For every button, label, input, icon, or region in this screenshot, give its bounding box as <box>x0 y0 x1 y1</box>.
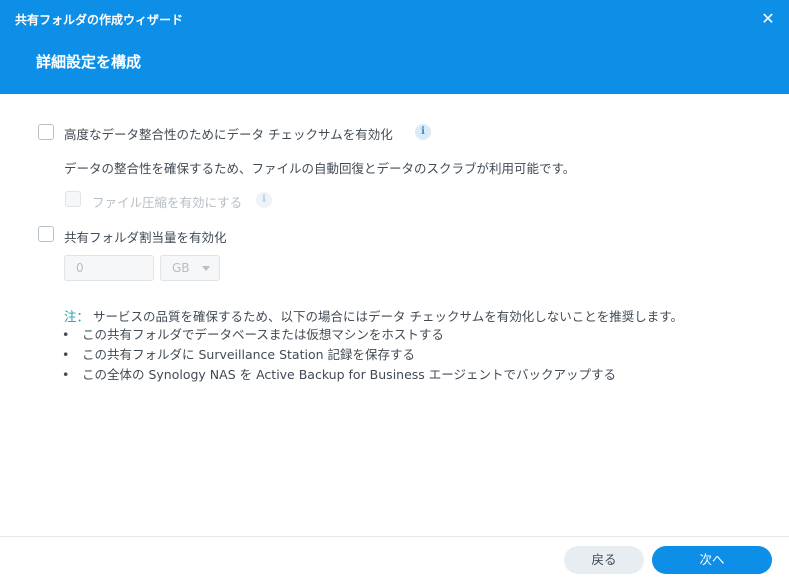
wizard-header: 共有フォルダの作成ウィザード ✕ 詳細設定を構成 <box>0 0 789 94</box>
compression-label: ファイル圧縮を有効にする <box>92 195 243 210</box>
note-text-line: 注： サービスの品質を確保するため、以下の場合にはデータ チェックサムを有効化し… <box>64 306 683 325</box>
next-button[interactable]: 次へ <box>652 546 772 574</box>
step-title: 詳細設定を構成 <box>36 53 142 71</box>
quota-unit-value: GB <box>172 261 190 275</box>
checksum-checkbox[interactable] <box>38 124 54 140</box>
list-item: この共有フォルダでデータベースまたは仮想マシンをホストする <box>62 325 616 345</box>
note-label: 注： <box>64 309 90 324</box>
checksum-label[interactable]: 高度なデータ整合性のためにデータ チェックサムを有効化 <box>64 124 393 143</box>
list-item: この全体の Synology NAS を Active Backup for B… <box>62 365 616 385</box>
note-list: この共有フォルダでデータベースまたは仮想マシンをホストする この共有フォルダに … <box>62 325 616 385</box>
window-title: 共有フォルダの作成ウィザード <box>15 13 184 27</box>
list-item: この共有フォルダに Surveillance Station 記録を保存する <box>62 345 616 365</box>
compression-checkbox <box>65 191 81 207</box>
checksum-info-icon[interactable]: i <box>415 124 431 140</box>
quota-label[interactable]: 共有フォルダ割当量を有効化 <box>64 227 227 246</box>
quota-size-input: 0 <box>64 255 154 281</box>
footer-divider <box>0 536 789 537</box>
wizard-window: 共有フォルダの作成ウィザード ✕ 詳細設定を構成 高度なデータ整合性のためにデー… <box>0 0 789 579</box>
note-text: サービスの品質を確保するため、以下の場合にはデータ チェックサムを有効化しないこ… <box>93 309 683 324</box>
quota-unit-select: GB <box>160 255 220 281</box>
close-icon[interactable]: ✕ <box>758 9 778 29</box>
checksum-description: データの整合性を確保するため、ファイルの自動回復とデータのスクラブが利用可能です… <box>64 161 576 176</box>
compression-info-icon: i <box>256 192 272 208</box>
back-button[interactable]: 戻る <box>564 546 644 574</box>
quota-checkbox[interactable] <box>38 226 54 242</box>
chevron-down-icon <box>202 266 210 271</box>
